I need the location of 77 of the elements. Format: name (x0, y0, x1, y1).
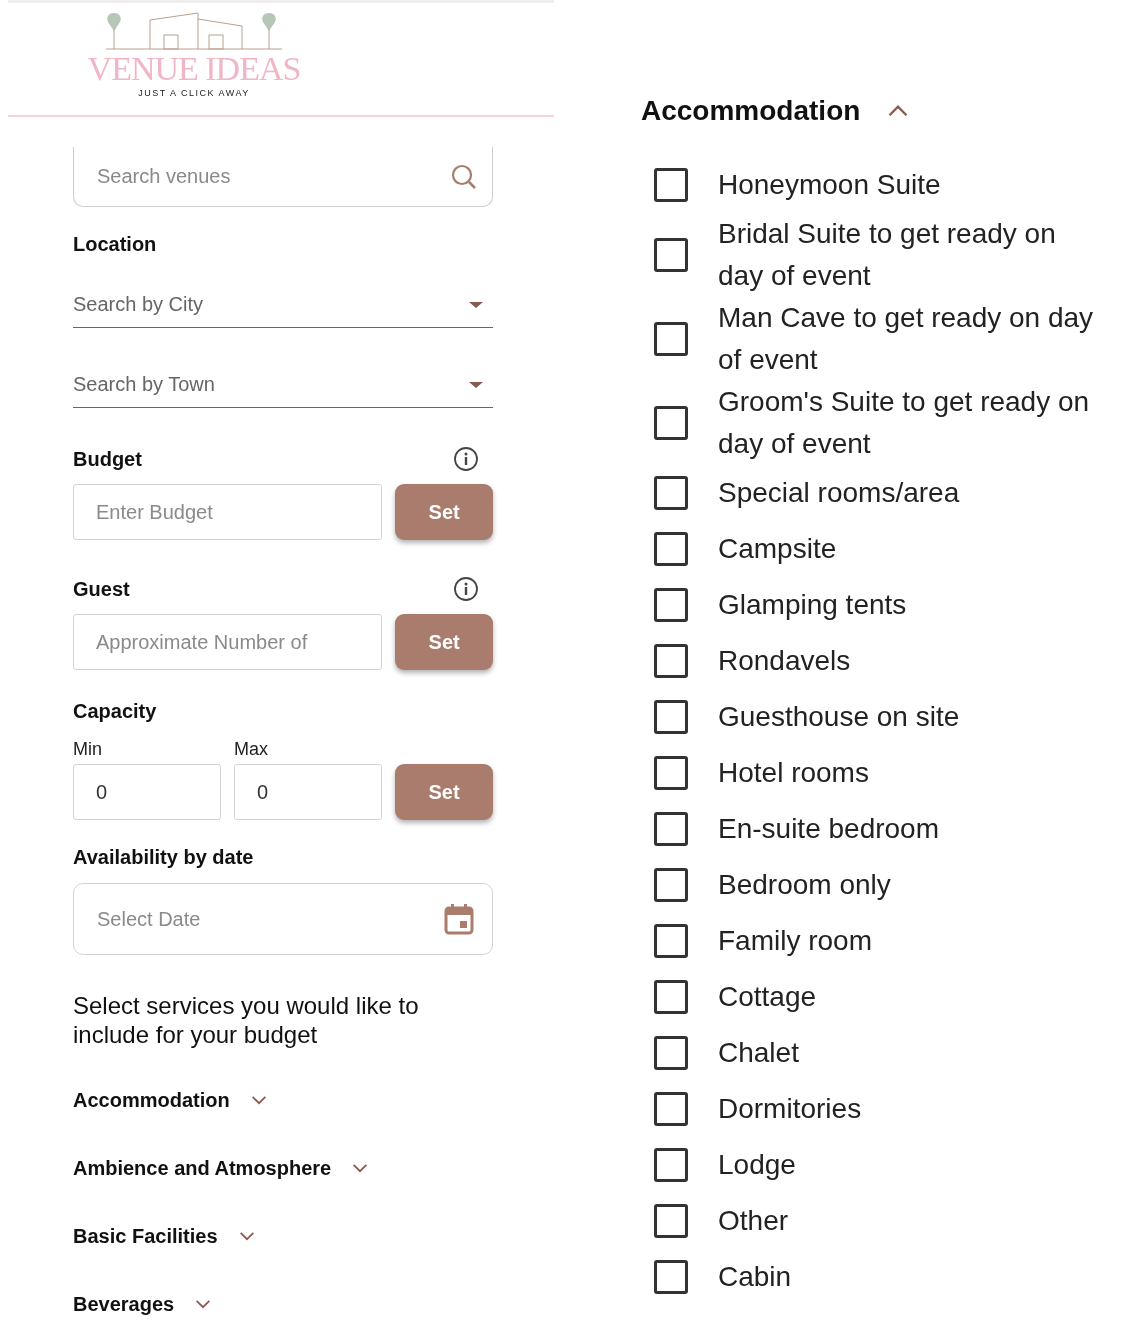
checkbox-label: Man Cave to get ready on day of event (718, 301, 1095, 377)
checkbox-label: Cottage (718, 980, 818, 1014)
checkbox[interactable] (654, 924, 688, 958)
logo-tagline: JUST A CLICK AWAY (138, 88, 250, 98)
checkbox[interactable] (654, 644, 688, 678)
info-icon[interactable] (453, 446, 479, 472)
checkbox[interactable] (654, 1260, 688, 1294)
checkbox[interactable] (654, 168, 688, 202)
chevron-down-icon[interactable] (351, 1162, 370, 1174)
checkbox-label: Hotel rooms (718, 756, 870, 790)
checkbox-label: Cabin (718, 1260, 793, 1294)
checkbox[interactable] (654, 980, 688, 1014)
checkbox-label: Groom's Suite to get ready on day of event (718, 385, 1091, 461)
input-field[interactable]: Approximate Number of (73, 614, 383, 670)
section-label: Location (73, 233, 158, 256)
set-button[interactable]: Set (395, 614, 493, 670)
checkbox-label: Other (718, 1204, 790, 1238)
input-field[interactable]: 0 (234, 764, 382, 820)
checkbox-label: Family room (718, 924, 873, 958)
checkbox[interactable] (654, 756, 688, 790)
checkbox-label: Bedroom only (718, 868, 892, 902)
checkbox[interactable] (654, 1036, 688, 1070)
chevron-down-icon[interactable] (194, 1298, 213, 1310)
checkbox-label: Special rooms/area (718, 476, 961, 510)
checkbox[interactable] (654, 1148, 688, 1182)
checkbox[interactable] (654, 532, 688, 566)
search-icon[interactable] (450, 162, 478, 191)
checkbox-label: Campsite (718, 532, 838, 566)
checkbox-label: Lodge (718, 1148, 797, 1182)
section-label: Capacity (73, 700, 158, 723)
checkbox[interactable] (654, 406, 688, 440)
checkbox[interactable] (654, 588, 688, 622)
dropdown-placeholder: Search by Town (73, 373, 215, 396)
checkbox-label: En-suite bedroom (718, 812, 940, 846)
services-intro: Select services you would like to include for your budget (73, 991, 420, 1049)
checkbox-label: Guesthouse on site (718, 700, 961, 734)
section-label: Guest (73, 577, 130, 601)
chevron-down-icon[interactable] (237, 1230, 256, 1242)
accordion-header[interactable]: Accommodation (73, 1087, 493, 1113)
checkbox-label: Bridal Suite to get ready on day of event (718, 217, 1057, 293)
dropdown-placeholder: Search by City (73, 293, 204, 316)
input-field[interactable]: Enter Budget (73, 484, 383, 540)
set-button[interactable]: Set (395, 484, 493, 540)
info-icon[interactable] (453, 576, 479, 602)
input-field[interactable]: 0 (73, 764, 221, 820)
checkbox-label: Dormitories (718, 1092, 863, 1126)
field-label: Max (234, 739, 269, 760)
checkbox[interactable] (654, 238, 688, 272)
section-label: Availability by date (73, 846, 255, 869)
checkbox[interactable] (654, 1092, 688, 1126)
checkbox[interactable] (654, 476, 688, 510)
checkbox-label: Chalet (718, 1036, 800, 1070)
checkbox[interactable] (654, 322, 688, 356)
dropdown-field[interactable]: Search by Town (73, 362, 493, 408)
checkbox[interactable] (654, 700, 688, 734)
accordion-header[interactable]: Accommodation (641, 93, 1131, 129)
accordion-header[interactable]: Basic Facilities (73, 1223, 493, 1249)
accordion-header[interactable]: Beverages (73, 1291, 493, 1317)
set-button[interactable]: Set (395, 764, 493, 820)
field-label: Min (73, 739, 103, 760)
checkbox-label: Rondavels (718, 644, 852, 678)
caret-icon (469, 301, 483, 308)
dropdown-field[interactable]: Search by City (73, 282, 493, 328)
accordion-header[interactable]: Ambience and Atmosphere (73, 1155, 493, 1181)
date-input[interactable]: Select Date (95, 906, 444, 932)
chevron-down-icon[interactable] (249, 1094, 268, 1106)
checkbox-label: Glamping tents (718, 588, 908, 622)
date-field[interactable]: Select Date (73, 883, 493, 955)
checkbox[interactable] (654, 812, 688, 846)
checkbox-label: Honeymoon Suite (718, 168, 942, 202)
calendar-icon[interactable] (444, 903, 474, 935)
section-label: Budget (73, 447, 142, 471)
checkbox[interactable] (654, 1204, 688, 1238)
search-input[interactable]: Search venues (95, 164, 450, 189)
search-field[interactable]: Search venues (73, 147, 493, 207)
checkbox[interactable] (654, 868, 688, 902)
caret-icon (469, 381, 483, 388)
